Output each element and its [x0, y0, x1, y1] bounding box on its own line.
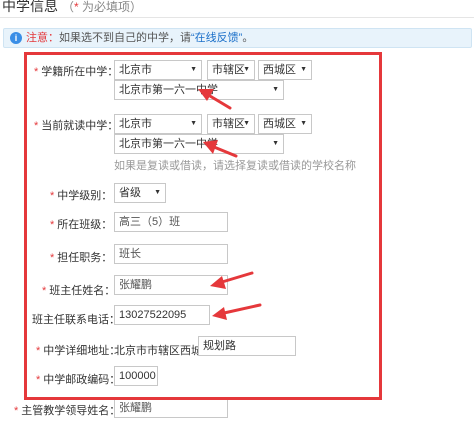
position-input[interactable]: 班长	[114, 244, 228, 264]
school-register-county-select[interactable]: 西城区 ▼	[258, 60, 312, 80]
position-label: * 担任职务：	[50, 252, 113, 264]
current-school-district-select[interactable]: 市辖区 ▼	[207, 114, 255, 134]
school-level-label: * 中学级别：	[50, 190, 113, 202]
current-school-school-select[interactable]: 北京市第一六一中学 ▼	[114, 134, 284, 154]
postcode-label: * 中学邮政编码：	[36, 374, 121, 386]
chevron-down-icon: ▼	[300, 66, 307, 73]
teaching-director-name-input[interactable]: 张耀鹏	[114, 398, 228, 418]
info-icon: i	[10, 32, 22, 44]
chevron-down-icon: ▼	[300, 120, 307, 127]
feedback-link[interactable]: “在线反馈”	[191, 32, 242, 44]
notice-label: 注意：	[26, 32, 59, 44]
head-teacher-name-input[interactable]: 张耀鹏	[114, 275, 228, 295]
chevron-down-icon: ▼	[272, 140, 279, 147]
teaching-director-hint-cut	[114, 421, 314, 427]
current-school-hint: 如果是复读或借读，请选择复读或借读的学校名称	[114, 160, 356, 172]
head-teacher-phone-input[interactable]: 13027522095	[114, 305, 210, 325]
head-teacher-name-label: * 班主任姓名：	[42, 285, 116, 297]
section-title: 中学信息 （* 为必填项）	[2, 0, 142, 16]
chevron-down-icon: ▼	[243, 66, 250, 73]
head-teacher-phone-label: 班主任联系电话：	[32, 314, 120, 326]
postcode-input[interactable]: 100000	[114, 366, 158, 386]
notice-text: 如果选不到自己的中学，请	[59, 32, 191, 44]
school-register-city-select[interactable]: 北京市 ▼	[114, 60, 202, 80]
school-register-district-select[interactable]: 市辖区 ▼	[207, 60, 255, 80]
current-school-city-select[interactable]: 北京市 ▼	[114, 114, 202, 134]
section-title-text: 中学信息	[2, 0, 58, 14]
address-input[interactable]: 规划路	[198, 336, 296, 356]
class-input[interactable]: 高三（5）班	[114, 212, 228, 232]
chevron-down-icon: ▼	[154, 189, 161, 196]
address-label: * 中学详细地址：	[36, 345, 121, 357]
teaching-director-name-label: * 主管教学领导姓名：	[14, 405, 121, 417]
chevron-down-icon: ▼	[243, 120, 250, 127]
arrow-icon	[212, 303, 262, 320]
school-register-school-select[interactable]: 北京市第一六一中学 ▼	[114, 80, 284, 100]
current-school-label: * 当前就读中学：	[34, 120, 119, 132]
chevron-down-icon: ▼	[190, 120, 197, 127]
required-note: （* 为必填项）	[62, 0, 143, 14]
school-register-label: * 学籍所在中学：	[34, 66, 119, 78]
class-label: * 所在班级：	[50, 219, 113, 231]
current-school-county-select[interactable]: 西城区 ▼	[258, 114, 312, 134]
chevron-down-icon: ▼	[272, 86, 279, 93]
notice-bar: i 注意：如果选不到自己的中学，请“在线反馈”。	[3, 28, 472, 48]
school-level-select[interactable]: 省级 ▼	[114, 183, 166, 203]
section-divider	[0, 17, 474, 18]
chevron-down-icon: ▼	[190, 66, 197, 73]
